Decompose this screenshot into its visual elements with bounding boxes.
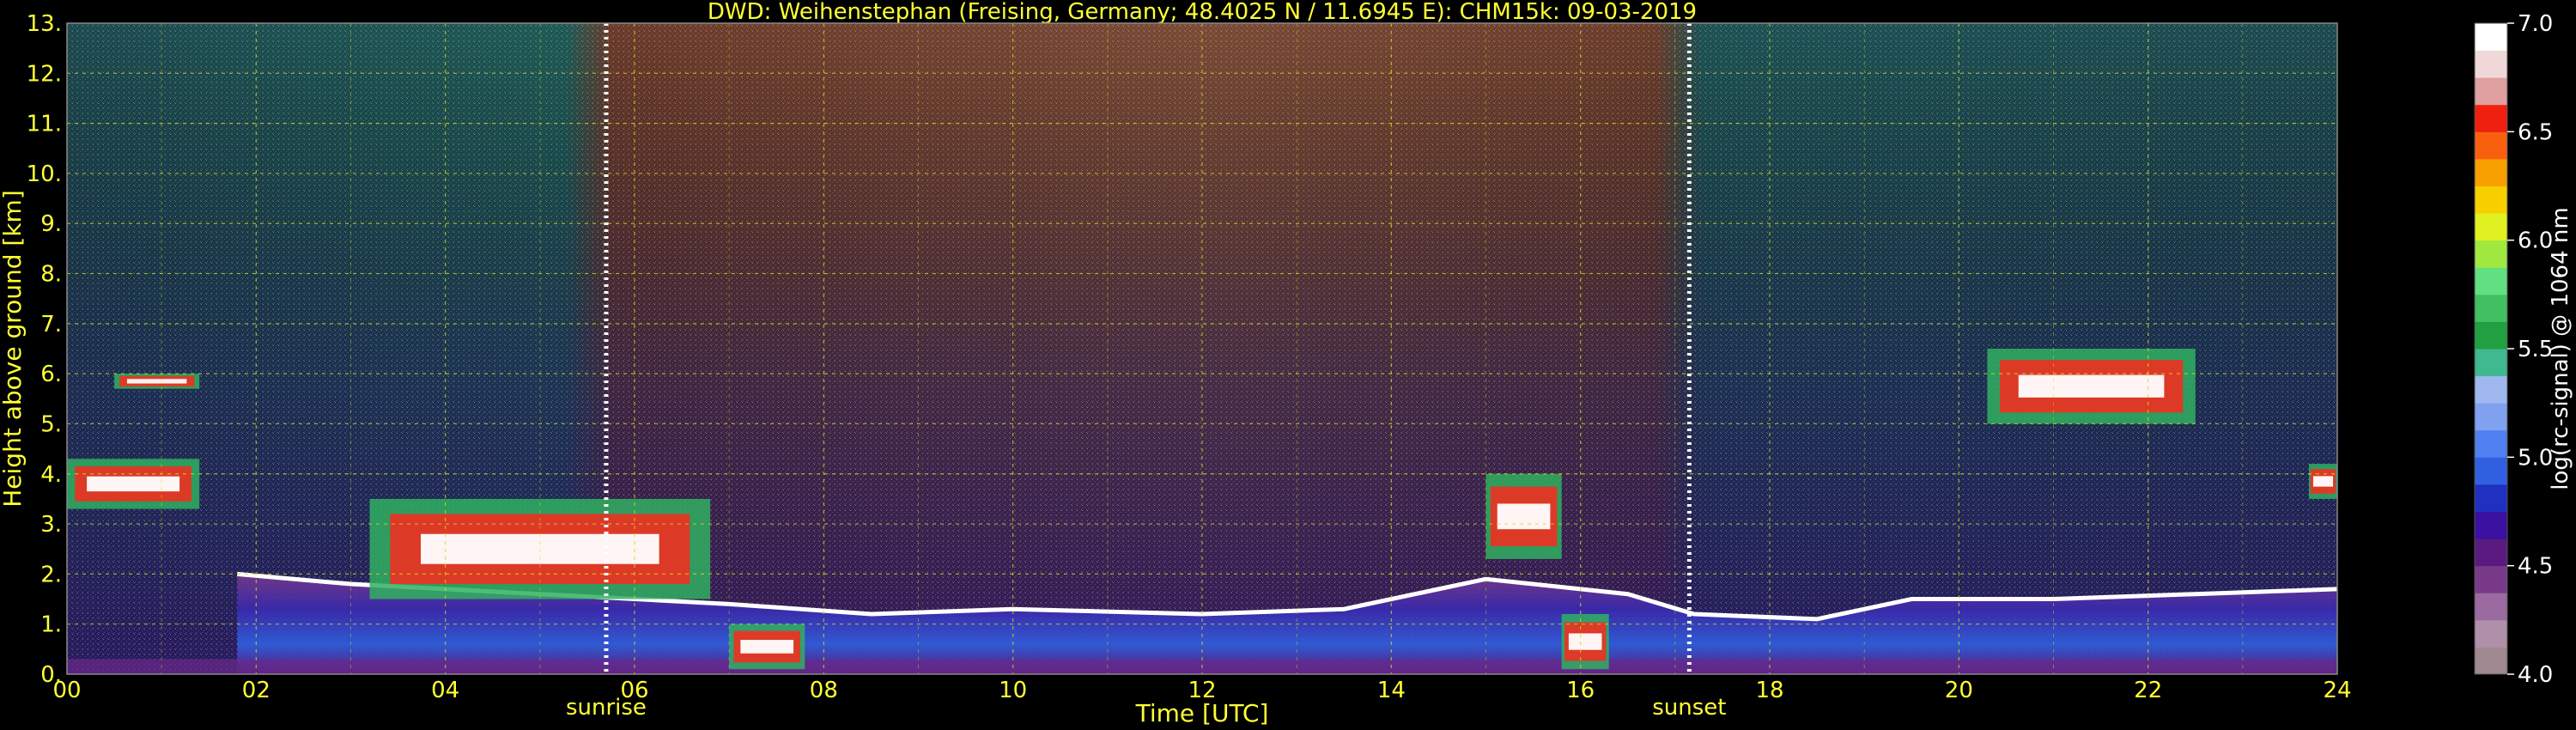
cloud-5 bbox=[1561, 614, 1609, 670]
chart-title: DWD: Weihenstephan (Freising, Germany; 4… bbox=[708, 0, 1697, 25]
colorbar-tick-label: 4.0 bbox=[2518, 662, 2553, 688]
y-tick-label: 2. bbox=[40, 562, 62, 587]
colorbar-swatch bbox=[2475, 349, 2507, 377]
colorbar-swatch bbox=[2475, 321, 2507, 350]
y-tick-label: 0. bbox=[40, 662, 62, 688]
colorbar-swatch bbox=[2475, 50, 2507, 78]
y-tick-label: 11. bbox=[27, 112, 62, 137]
cloud-0 bbox=[67, 459, 200, 509]
colorbar-swatch bbox=[2475, 158, 2507, 186]
colorbar-swatch bbox=[2475, 131, 2507, 160]
colorbar-swatch bbox=[2475, 186, 2507, 214]
colorbar-swatch bbox=[2475, 240, 2507, 268]
colorbar-swatch bbox=[2475, 375, 2507, 404]
x-tick-label: 24 bbox=[2323, 678, 2351, 703]
x-tick-label: 04 bbox=[431, 678, 459, 703]
colorbar-label: log(rc-signal) @ 1064 nm bbox=[2548, 207, 2573, 490]
sunset-label: sunset bbox=[1652, 695, 1726, 721]
x-tick-label: 22 bbox=[2134, 678, 2162, 703]
y-tick-label: 4. bbox=[40, 462, 62, 488]
y-tick-label: 3. bbox=[40, 512, 62, 538]
y-tick-label: 6. bbox=[40, 362, 62, 387]
colorbar-tick-label: 7.0 bbox=[2518, 11, 2553, 37]
y-tick-label: 8. bbox=[40, 262, 62, 288]
colorbar-swatch bbox=[2475, 619, 2507, 648]
y-tick-label: 5. bbox=[40, 411, 62, 437]
x-tick-label: 16 bbox=[1566, 678, 1595, 703]
cloud-3 bbox=[729, 624, 805, 670]
colorbar-swatch bbox=[2475, 647, 2507, 675]
colorbar-tick-label: 4.5 bbox=[2518, 554, 2553, 580]
y-tick-label: 7. bbox=[40, 312, 62, 338]
colorbar-swatch bbox=[2475, 213, 2507, 241]
colorbar-swatch bbox=[2475, 403, 2507, 431]
y-tick-label: 12. bbox=[27, 61, 62, 87]
colorbar-tick-label: 6.5 bbox=[2518, 119, 2553, 145]
y-tick-label: 10. bbox=[27, 161, 62, 187]
x-tick-label: 20 bbox=[1945, 678, 1973, 703]
x-axis-label: Time [UTC] bbox=[1135, 699, 1269, 727]
colorbar-swatch bbox=[2475, 511, 2507, 539]
y-tick-label: 13. bbox=[27, 11, 62, 37]
cloud-4 bbox=[1485, 473, 1562, 559]
plot-area bbox=[67, 23, 2337, 674]
colorbar-swatch bbox=[2475, 457, 2507, 485]
colorbar-swatch bbox=[2475, 565, 2507, 593]
y-tick-label: 9. bbox=[40, 211, 62, 237]
cloud-7 bbox=[2308, 464, 2337, 499]
colorbar: 4.04.55.05.56.06.57.0 log(rc-signal) @ 1… bbox=[2474, 11, 2573, 688]
colorbar-swatch bbox=[2475, 294, 2507, 322]
colorbar-swatch bbox=[2475, 429, 2507, 458]
y-axis-label: Height above ground [km] bbox=[0, 190, 27, 508]
colorbar-swatch bbox=[2475, 538, 2507, 567]
lidar-backscatter-chart: DWD: Weihenstephan (Freising, Germany; 4… bbox=[0, 0, 2573, 727]
x-tick-label: 10 bbox=[999, 678, 1027, 703]
colorbar-swatch bbox=[2475, 593, 2507, 621]
x-tick-label: 18 bbox=[1755, 678, 1783, 703]
cloud-1 bbox=[114, 374, 200, 389]
colorbar-swatch bbox=[2475, 77, 2507, 106]
x-tick-label: 02 bbox=[242, 678, 270, 703]
cloud-6 bbox=[1987, 349, 2196, 424]
colorbar-swatch bbox=[2475, 23, 2507, 52]
colorbar-swatch bbox=[2475, 104, 2507, 132]
colorbar-swatch bbox=[2475, 484, 2507, 512]
colorbar-swatch bbox=[2475, 267, 2507, 295]
y-tick-label: 1. bbox=[40, 612, 62, 638]
sunrise-label: sunrise bbox=[566, 695, 647, 721]
x-tick-label: 14 bbox=[1377, 678, 1406, 703]
x-tick-label: 08 bbox=[810, 678, 838, 703]
